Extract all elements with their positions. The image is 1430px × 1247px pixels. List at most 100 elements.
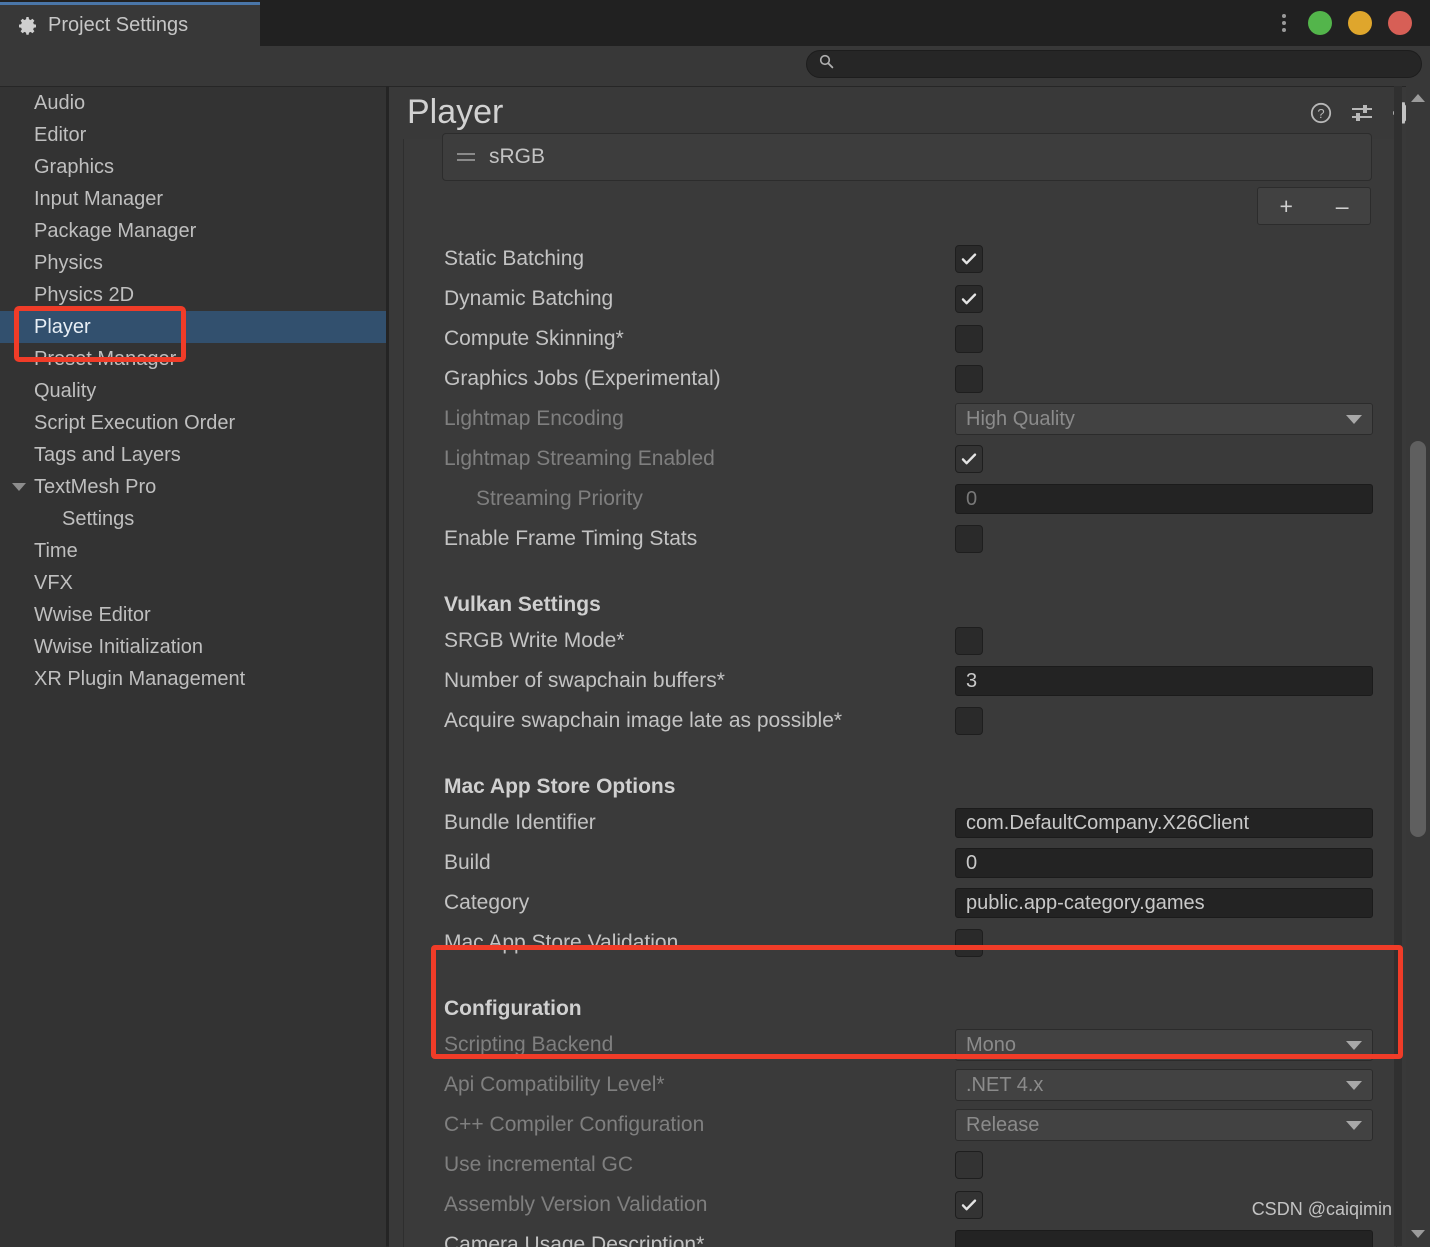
section-header: Vulkan Settings: [404, 577, 1396, 621]
vertical-scrollbar[interactable]: [1406, 86, 1430, 1246]
dropdown[interactable]: High Quality: [955, 403, 1373, 435]
sidebar-item-quality[interactable]: Quality: [0, 375, 386, 407]
chevron-down-icon[interactable]: [12, 483, 26, 491]
text-field[interactable]: 0: [955, 848, 1373, 878]
checkbox[interactable]: [955, 365, 983, 393]
dropdown[interactable]: Release: [955, 1109, 1373, 1141]
text-field[interactable]: 3: [955, 666, 1373, 696]
checkbox[interactable]: [955, 445, 983, 473]
sidebar-item-wwise-editor[interactable]: Wwise Editor: [0, 599, 386, 631]
property-row: Lightmap Streaming Enabled: [404, 439, 1396, 479]
window-close-button[interactable]: [1388, 11, 1412, 35]
add-button[interactable]: +: [1279, 194, 1292, 218]
checkbox[interactable]: [955, 929, 983, 957]
property-control: [955, 365, 983, 393]
scrollbar-thumb[interactable]: [1410, 441, 1426, 837]
sidebar-item-label: Physics 2D: [34, 283, 135, 306]
sidebar-item-vfx[interactable]: VFX: [0, 567, 386, 599]
graphics-api-list-item[interactable]: sRGB: [442, 133, 1372, 181]
property-label: C++ Compiler Configuration: [444, 1113, 705, 1136]
sidebar-item-physics[interactable]: Physics: [0, 247, 386, 279]
property-label: Mac App Store Validation: [444, 931, 679, 954]
text-field[interactable]: [955, 1230, 1373, 1247]
property-row: Enable Frame Timing Stats: [404, 519, 1396, 559]
property-label: Enable Frame Timing Stats: [444, 527, 698, 550]
settings-sidebar[interactable]: Audio Editor Graphics Input Manager Package …: [0, 86, 386, 1247]
property-control: 0: [955, 848, 1373, 878]
checkbox[interactable]: [955, 1191, 983, 1219]
property-control: [955, 285, 983, 313]
sidebar-item-time[interactable]: Time: [0, 535, 386, 567]
sidebar-item-script-execution-order[interactable]: Script Execution Order: [0, 407, 386, 439]
sidebar-item-physics-2d[interactable]: Physics 2D: [0, 279, 386, 311]
sidebar-item-input-manager[interactable]: Input Manager: [0, 183, 386, 215]
player-settings-panel: Player ? sRGB + – Static Batching Dynami…: [389, 86, 1430, 1247]
dropdown-value: Release: [966, 1113, 1040, 1136]
sidebar-item-xr-plugin-management[interactable]: XR Plugin Management: [0, 663, 386, 695]
text-field[interactable]: public.app-category.games: [955, 888, 1373, 918]
sidebar-item-editor[interactable]: Editor: [0, 119, 386, 151]
property-label: Category: [444, 891, 530, 914]
inner-scrollbar[interactable]: [1394, 86, 1402, 1246]
settings-content: sRGB + – Static Batching Dynamic Batching…: [403, 133, 1397, 1247]
section-header-label: Mac App Store Options: [444, 775, 676, 798]
text-field[interactable]: 0: [955, 484, 1373, 514]
dropdown[interactable]: .NET 4.x: [955, 1069, 1373, 1101]
sidebar-item-textmesh-pro[interactable]: TextMesh Pro: [0, 471, 386, 503]
dropdown-value: Mono: [966, 1033, 1017, 1056]
checkbox[interactable]: [955, 707, 983, 735]
property-control: [955, 627, 983, 655]
property-row: Static Batching: [404, 239, 1396, 279]
property-control: [955, 1151, 983, 1179]
kebab-menu-icon[interactable]: [1276, 14, 1292, 32]
window-minimize-button[interactable]: [1348, 11, 1372, 35]
sidebar-item-graphics[interactable]: Graphics: [0, 151, 386, 183]
property-row: Use incremental GC: [404, 1145, 1396, 1185]
help-icon[interactable]: ?: [1310, 102, 1332, 124]
window-controls: [1276, 0, 1412, 46]
sidebar-item-player[interactable]: Player: [0, 311, 386, 343]
property-label: Lightmap Streaming Enabled: [444, 447, 715, 470]
text-field[interactable]: com.DefaultCompany.X26Client: [955, 808, 1373, 838]
search-box[interactable]: [806, 50, 1422, 78]
sidebar-item-package-manager[interactable]: Package Manager: [0, 215, 386, 247]
property-row: Acquire swapchain image late as possible…: [404, 701, 1396, 741]
checkbox[interactable]: [955, 285, 983, 313]
scroll-up-arrow-icon[interactable]: [1411, 94, 1425, 102]
property-label: Static Batching: [444, 247, 585, 270]
checkbox[interactable]: [955, 325, 983, 353]
drag-handle-icon[interactable]: [457, 153, 475, 161]
window-maximize-button[interactable]: [1308, 11, 1332, 35]
property-row: Assembly Version Validation: [404, 1185, 1396, 1225]
chevron-down-icon: [1346, 1120, 1362, 1130]
property-label: Dynamic Batching: [444, 287, 614, 310]
sidebar-item-label: Graphics: [34, 155, 115, 178]
remove-button[interactable]: –: [1336, 194, 1349, 218]
sidebar-item-preset-manager[interactable]: Preset Manager: [0, 343, 386, 375]
chevron-down-icon: [1346, 414, 1362, 424]
sidebar-item-audio[interactable]: Audio: [0, 87, 386, 119]
sidebar-item-label: Wwise Editor: [34, 603, 151, 626]
sidebar-item-label: Package Manager: [34, 219, 197, 242]
property-control: 0: [955, 484, 1373, 514]
sidebar-item-tags-and-layers[interactable]: Tags and Layers: [0, 439, 386, 471]
page-title: Player: [407, 93, 504, 131]
search-input[interactable]: [842, 55, 1409, 73]
property-label: Compute Skinning*: [444, 327, 624, 350]
property-row: Bundle Identifier com.DefaultCompany.X26C…: [404, 803, 1396, 843]
dropdown[interactable]: Mono: [955, 1029, 1373, 1061]
preset-icon[interactable]: [1350, 102, 1374, 124]
sidebar-item-settings[interactable]: Settings: [0, 503, 386, 535]
sidebar-item-label: Wwise Initialization: [34, 635, 203, 658]
property-control: [955, 525, 983, 553]
checkbox[interactable]: [955, 525, 983, 553]
checkbox[interactable]: [955, 627, 983, 655]
property-row: Api Compatibility Level* .NET 4.x: [404, 1065, 1396, 1105]
property-row: Category public.app-category.games: [404, 883, 1396, 923]
tab-project-settings[interactable]: Project Settings: [0, 2, 260, 46]
checkbox[interactable]: [955, 245, 983, 273]
scroll-down-arrow-icon[interactable]: [1411, 1230, 1425, 1238]
checkbox[interactable]: [955, 1151, 983, 1179]
property-row: Dynamic Batching: [404, 279, 1396, 319]
sidebar-item-wwise-initialization[interactable]: Wwise Initialization: [0, 631, 386, 663]
